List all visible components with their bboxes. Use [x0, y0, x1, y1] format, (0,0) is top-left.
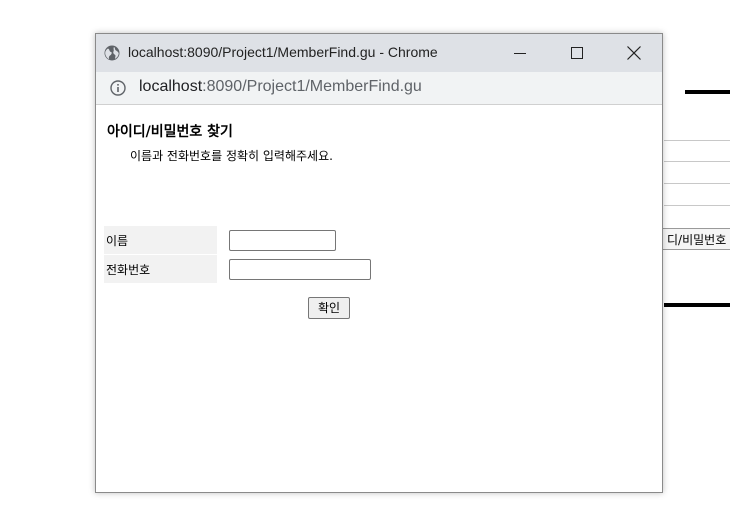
window-title: localhost:8090/Project1/MemberFind.gu - … — [128, 44, 438, 60]
phone-input[interactable] — [229, 259, 371, 280]
minimize-button[interactable] — [498, 38, 542, 68]
background-row-line — [664, 205, 730, 206]
name-row: 이름 — [104, 226, 404, 254]
name-input[interactable] — [229, 230, 336, 251]
background-row-line — [664, 140, 730, 141]
globe-icon — [104, 45, 120, 61]
confirm-button[interactable]: 확인 — [308, 297, 350, 319]
info-icon[interactable] — [110, 80, 126, 96]
page-title: 아이디/비밀번호 찾기 — [107, 124, 233, 140]
page-content: 아이디/비밀번호 찾기 이름과 전화번호를 정확히 입력해주세요. 이름 전화번… — [96, 105, 662, 492]
close-button[interactable] — [612, 38, 656, 68]
address-bar[interactable]: localhost:8090/Project1/MemberFind.gu — [96, 72, 662, 105]
background-rule-top — [685, 90, 730, 94]
maximize-icon — [571, 47, 583, 59]
name-label: 이름 — [104, 226, 217, 254]
minimize-icon — [514, 53, 526, 54]
url-host: localhost — [139, 78, 203, 95]
background-rule-bottom — [664, 303, 730, 307]
maximize-button[interactable] — [555, 38, 599, 68]
background-find-button[interactable]: 디/비밀번호 — [662, 228, 730, 250]
url-path: :8090/Project1/MemberFind.gu — [202, 78, 422, 95]
background-row-line — [664, 183, 730, 184]
background-row-line — [664, 161, 730, 162]
phone-label: 전화번호 — [104, 255, 217, 283]
popup-window: localhost:8090/Project1/MemberFind.gu - … — [95, 33, 663, 493]
page-description: 이름과 전화번호를 정확히 입력해주세요. — [130, 149, 333, 163]
title-bar[interactable]: localhost:8090/Project1/MemberFind.gu - … — [96, 34, 662, 72]
url-text: localhost:8090/Project1/MemberFind.gu — [139, 78, 422, 96]
close-icon — [627, 46, 641, 60]
phone-row: 전화번호 — [104, 255, 404, 283]
